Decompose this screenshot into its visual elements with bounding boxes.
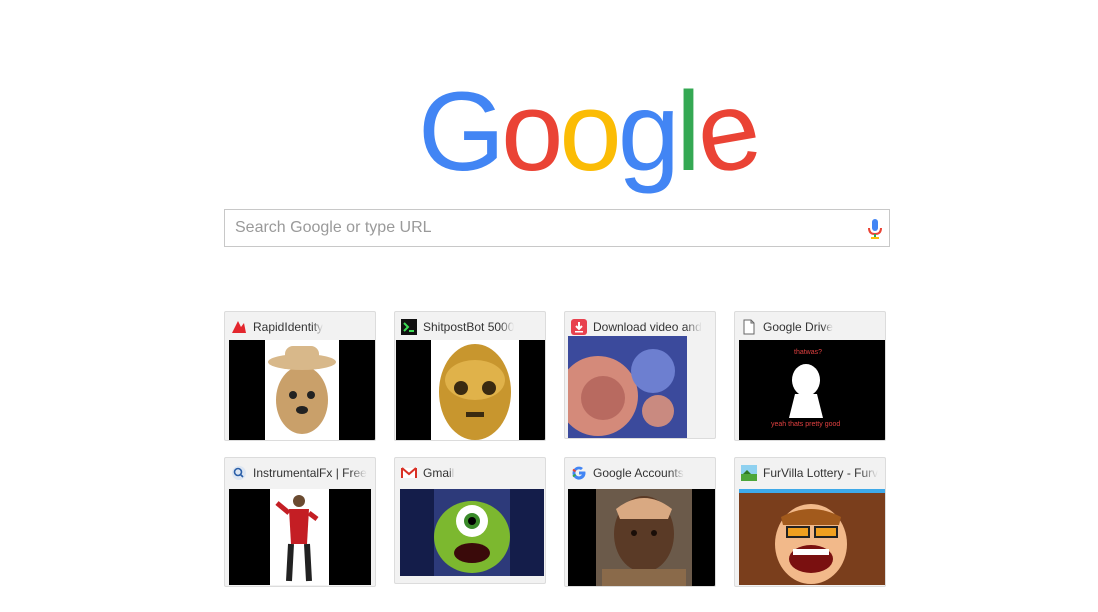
tile-title: Download video and (593, 320, 702, 334)
most-visited-tile[interactable]: Google Accounts (564, 457, 716, 587)
most-visited-tile[interactable]: FurVilla Lottery - Furv (734, 457, 886, 587)
terminal-favicon-icon (401, 319, 417, 335)
tile-title: FurVilla Lottery - Furv (763, 466, 879, 480)
download-favicon-icon (571, 319, 587, 335)
tile-thumbnail (229, 340, 375, 440)
logo-letter: g (617, 69, 680, 194)
search-box[interactable] (224, 209, 890, 247)
rapididentity-favicon-icon (232, 321, 246, 333)
search-favicon-icon (232, 466, 246, 480)
tile-title: InstrumentalFx | Free (253, 466, 367, 480)
tile-title: Google Drive (763, 320, 834, 334)
tile-thumbnail (568, 336, 687, 438)
tile-thumbnail (229, 489, 371, 585)
logo-letter: o (501, 69, 563, 194)
landscape-favicon-icon (741, 465, 757, 481)
document-favicon-icon (743, 319, 755, 335)
tile-thumbnail (739, 489, 885, 585)
rage-comic-top-text: thatwas? (794, 349, 822, 356)
most-visited-tile[interactable]: ShitpostBot 5000 (394, 311, 546, 441)
most-visited-tile[interactable]: InstrumentalFx | Free (224, 457, 376, 587)
most-visited-tile[interactable]: RapidIdentity (224, 311, 376, 441)
microphone-icon[interactable] (867, 219, 883, 239)
logo-letter: e (686, 64, 766, 199)
tile-title: RapidIdentity (253, 320, 324, 334)
logo-letter: o (559, 69, 621, 194)
tile-thumbnail (400, 489, 544, 576)
tile-title: Google Accounts (593, 466, 684, 480)
tile-title: ShitpostBot 5000 (423, 320, 515, 334)
rage-comic-bottom-text: yeah thats pretty good (771, 421, 840, 428)
search-input[interactable] (235, 210, 855, 246)
tile-thumbnail (396, 340, 545, 440)
tile-thumbnail (568, 489, 715, 586)
most-visited-tile[interactable]: Google Drive thatwas? yeah thats pretty … (734, 311, 886, 441)
google-g-favicon-icon (572, 466, 586, 480)
logo-letter: G (418, 69, 505, 194)
google-logo: Google (418, 65, 766, 198)
tile-thumbnail: thatwas? yeah thats pretty good (739, 340, 885, 440)
most-visited-tile[interactable]: Download video and (564, 311, 716, 439)
tile-title: Gmail (423, 466, 455, 480)
most-visited-tile[interactable]: Gmail (394, 457, 546, 584)
gmail-favicon-icon (401, 467, 417, 478)
